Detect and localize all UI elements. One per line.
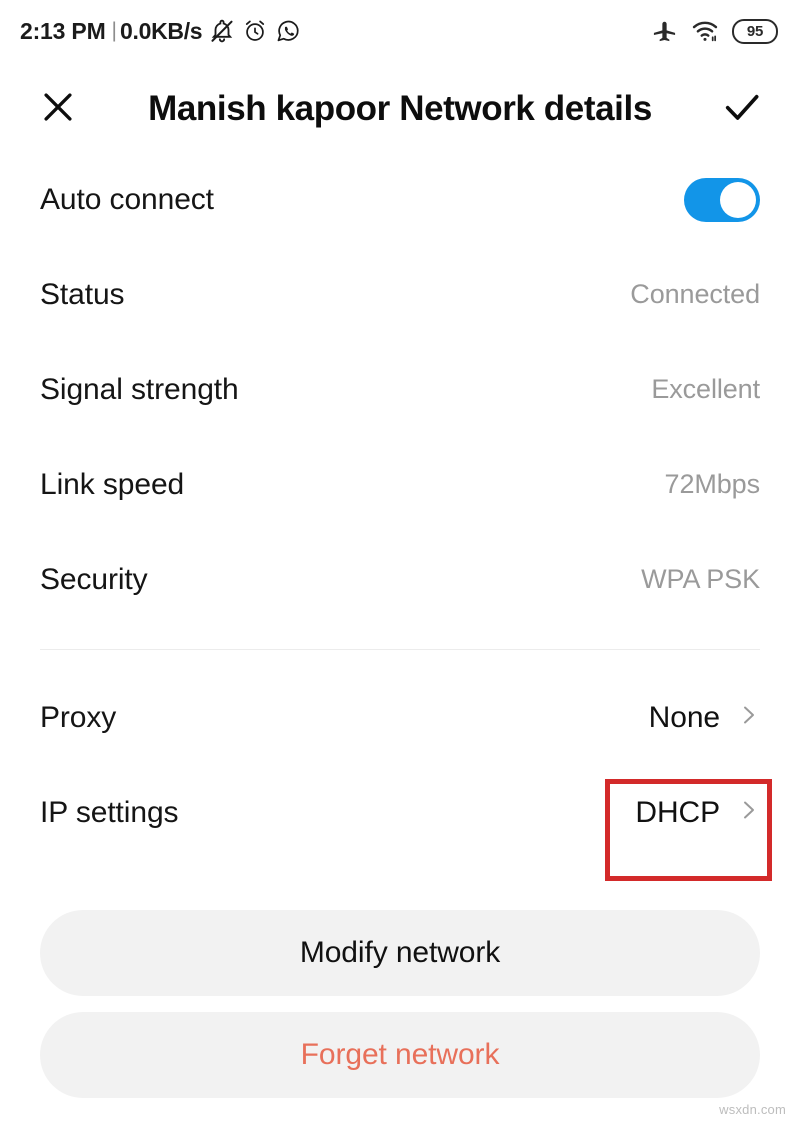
airplane-mode-icon	[651, 18, 678, 45]
row-signal-strength: Signal strength Excellent	[0, 342, 800, 437]
close-button[interactable]	[32, 83, 84, 135]
status-bar: 2:13 PM | 0.0KB/s 95	[0, 0, 800, 62]
forget-network-button[interactable]: Forget network	[40, 1012, 760, 1098]
toggle-knob	[720, 181, 756, 218]
row-status: Status Connected	[0, 247, 800, 342]
status-value: Connected	[630, 279, 760, 309]
whatsapp-icon	[275, 18, 301, 44]
row-link-speed: Link speed 72Mbps	[0, 437, 800, 532]
proxy-label: Proxy	[40, 700, 117, 734]
wifi-network-details-screen: 2:13 PM | 0.0KB/s 95 Manish kapoor Netwo…	[0, 0, 800, 1125]
proxy-value: None	[648, 700, 720, 734]
link-speed-value: 72Mbps	[664, 469, 761, 499]
row-auto-connect[interactable]: Auto connect	[0, 152, 800, 247]
close-icon	[37, 86, 79, 133]
wifi-icon	[691, 17, 719, 45]
battery-level-text: 95	[746, 22, 764, 40]
link-speed-label: Link speed	[40, 467, 185, 501]
ip-settings-label: IP settings	[40, 795, 179, 829]
watermark: wsxdn.com	[719, 1102, 786, 1117]
auto-connect-toggle[interactable]	[684, 177, 760, 222]
security-value: WPA PSK	[641, 564, 760, 594]
check-icon	[720, 85, 764, 134]
ip-settings-value-group: DHCP	[635, 796, 760, 830]
auto-connect-label: Auto connect	[40, 182, 214, 216]
proxy-value-group: None	[649, 701, 760, 735]
status-bar-right: 95	[651, 17, 778, 45]
section-divider	[40, 649, 760, 650]
chevron-right-icon	[736, 703, 760, 732]
status-label: Status	[40, 277, 125, 311]
status-bar-left: 2:13 PM | 0.0KB/s	[20, 18, 301, 45]
battery-indicator: 95	[732, 18, 778, 44]
modify-network-wrap: Modify network	[0, 910, 800, 996]
row-security: Security WPA PSK	[0, 532, 800, 627]
page-title: Manish kapoor Network details	[148, 89, 652, 128]
confirm-button[interactable]	[716, 83, 768, 135]
status-clock: 2:13 PM	[20, 17, 106, 44]
status-separator: |	[111, 19, 117, 42]
alarm-clock-icon	[242, 18, 268, 44]
signal-strength-value: Excellent	[651, 374, 760, 404]
bell-muted-icon	[209, 18, 235, 44]
forget-network-wrap: Forget network	[0, 1012, 800, 1098]
ip-settings-value: DHCP	[635, 795, 720, 829]
network-details-list: Auto connect Status Connected Signal str…	[0, 152, 800, 860]
security-label: Security	[40, 562, 148, 596]
row-proxy[interactable]: Proxy None	[0, 670, 800, 765]
chevron-right-icon	[736, 798, 760, 827]
signal-strength-label: Signal strength	[40, 372, 239, 406]
network-speed-text: 0.0KB/s	[120, 17, 203, 44]
app-bar: Manish kapoor Network details	[0, 66, 800, 152]
row-ip-settings[interactable]: IP settings DHCP	[0, 765, 800, 860]
modify-network-button[interactable]: Modify network	[40, 910, 760, 996]
